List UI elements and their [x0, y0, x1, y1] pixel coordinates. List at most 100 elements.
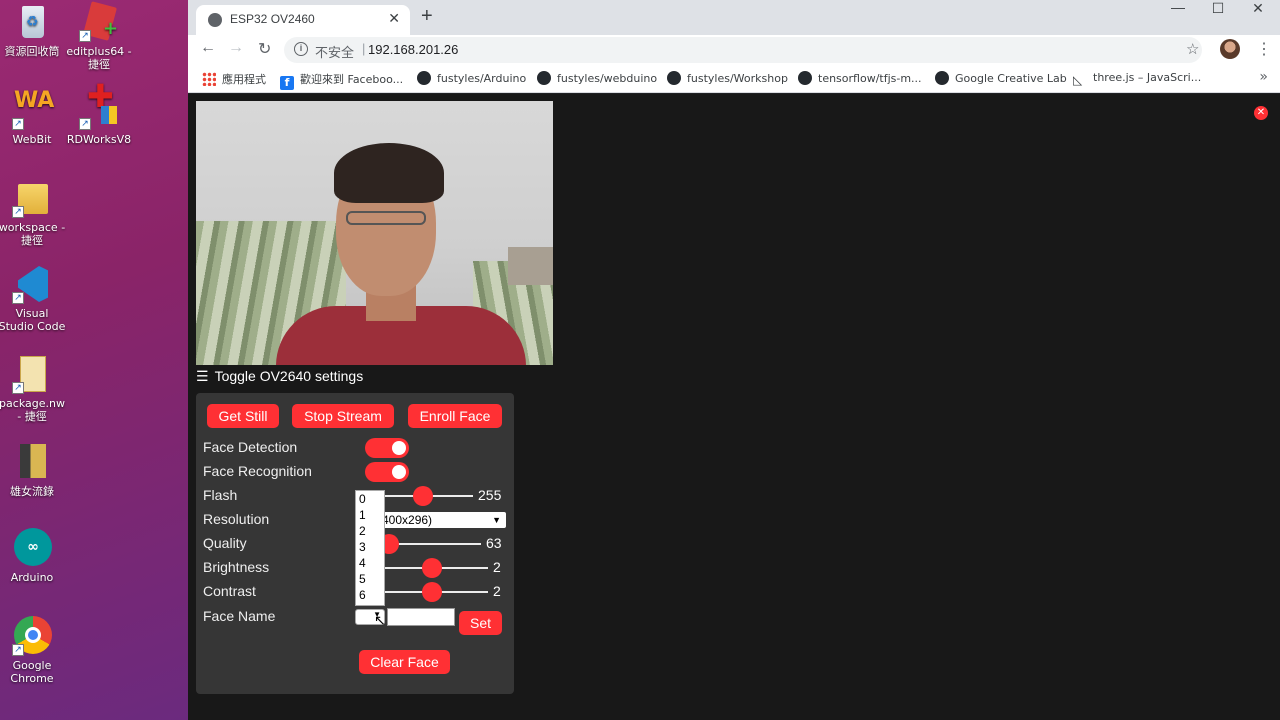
github-icon: [667, 71, 681, 85]
flash-slider-thumb[interactable]: [413, 486, 433, 506]
get-still-button[interactable]: Get Still: [207, 404, 279, 428]
desktop-icon-arduino[interactable]: ∞ Arduino: [0, 528, 67, 584]
desktop-icon-label: editplus64 - 捷徑: [66, 45, 132, 71]
rdworks-icon: ✚ ↗: [79, 80, 119, 130]
globe-icon: [208, 13, 222, 27]
tab-close-icon[interactable]: ✕: [388, 10, 400, 27]
contrast-max: 2: [493, 583, 501, 599]
bookmark-label: Google Creative Lab: [955, 72, 1067, 85]
facebook-icon: f: [280, 76, 294, 90]
desktop-icon-label: RDWorksV8: [66, 133, 132, 146]
close-stream-icon[interactable]: ✕: [1254, 106, 1268, 120]
desktop-icon-rdworks[interactable]: ✚ ↗ RDWorksV8: [64, 80, 134, 146]
chrome-icon: ↗: [12, 616, 52, 656]
face-name-dropdown: 0 1 2 3 4 5 6: [355, 490, 385, 606]
dropdown-option[interactable]: 3: [356, 539, 384, 555]
bookmark-label: fustyles/Arduino: [437, 72, 527, 85]
tab-esp32[interactable]: ESP32 OV2460 ✕: [196, 5, 410, 35]
toggle-settings-label: Toggle OV2640 settings: [214, 368, 364, 384]
desktop-icon-label: WebBit: [12, 133, 52, 146]
file-icon: ↗: [12, 354, 52, 394]
maximize-icon[interactable]: ☐: [1198, 0, 1238, 18]
bookmark-fustyles-workshop[interactable]: fustyles/Workshop: [667, 71, 788, 85]
set-button[interactable]: Set: [459, 611, 502, 635]
flash-label: Flash: [203, 487, 238, 503]
bookmarks-bar: 應用程式 f 歡迎來到 Faceboo... fustyles/Arduino f…: [188, 64, 1280, 93]
face-name-input[interactable]: [387, 608, 455, 626]
desktop: ♻ 資源回收筒 + ↗ editplus64 - 捷徑 WA ↗ WebBit …: [0, 0, 188, 720]
arduino-icon: ∞: [12, 528, 52, 568]
bookmark-label: tensorflow/tfjs-m...: [818, 72, 922, 85]
profile-avatar[interactable]: [1220, 39, 1240, 59]
apps-icon: [202, 72, 216, 86]
dropdown-option[interactable]: 2: [356, 523, 384, 539]
clear-face-button[interactable]: Clear Face: [359, 650, 450, 674]
bookmark-label: 應用程式: [222, 73, 266, 86]
desktop-icon-recycle-bin[interactable]: ♻ 資源回收筒: [0, 2, 67, 58]
flash-max: 255: [478, 487, 502, 503]
face-detection-label: Face Detection: [203, 439, 298, 455]
insecure-label: 不安全: [315, 45, 355, 60]
forward-icon[interactable]: →: [228, 39, 244, 57]
reload-icon[interactable]: ↻: [258, 39, 271, 59]
chevron-down-icon: ▼: [492, 515, 501, 525]
brightness-max: 2: [493, 559, 501, 575]
contrast-slider-thumb[interactable]: [422, 582, 442, 602]
bookmark-tensorflow[interactable]: tensorflow/tfjs-m...: [798, 71, 922, 85]
dropdown-option[interactable]: 1: [356, 507, 384, 523]
bookmark-fustyles-arduino[interactable]: fustyles/Arduino: [417, 71, 526, 85]
dropdown-option[interactable]: 4: [356, 555, 384, 571]
github-icon: [537, 71, 551, 85]
mouse-cursor-icon: ↖: [374, 612, 386, 628]
address-bar[interactable]: i 不安全 | 192.168.201.26: [284, 37, 1202, 63]
desktop-icon-chrome[interactable]: ↗ Google Chrome: [0, 616, 67, 685]
desktop-icon-webbit[interactable]: WA ↗ WebBit: [0, 90, 67, 146]
folder-icon: [12, 442, 52, 482]
bookmark-fustyles-webduino[interactable]: fustyles/webduino: [537, 71, 657, 85]
desktop-icon-editplus[interactable]: + ↗ editplus64 - 捷徑: [64, 1, 134, 71]
bookmark-google-creative-lab[interactable]: Google Creative Lab: [935, 71, 1067, 85]
brightness-slider-thumb[interactable]: [422, 558, 442, 578]
bookmark-star-icon[interactable]: ☆: [1186, 40, 1199, 58]
dropdown-option[interactable]: 5: [356, 571, 384, 587]
minimize-icon[interactable]: —: [1158, 0, 1198, 17]
quality-label: Quality: [203, 535, 247, 551]
browser-toolbar: ← → ↻ i 不安全 | 192.168.201.26 ☆ ⋮: [188, 35, 1280, 64]
desktop-icon-package[interactable]: ↗ package.nw - 捷徑: [0, 354, 67, 423]
browser-window: ESP32 OV2460 ✕ + — ☐ ✕ ← → ↻ i 不安全 | 192…: [188, 0, 1280, 720]
bookmark-threejs[interactable]: ◺ three.js – JavaScri...: [1073, 71, 1201, 87]
contrast-label: Contrast: [203, 583, 256, 599]
desktop-icon-label: workspace - 捷徑: [0, 221, 66, 247]
bookmark-apps[interactable]: 應用程式: [202, 71, 266, 87]
info-icon[interactable]: i: [294, 42, 308, 56]
bookmark-label: three.js – JavaScri...: [1093, 71, 1202, 84]
stop-stream-button[interactable]: Stop Stream: [292, 404, 394, 428]
desktop-icon-label: package.nw - 捷徑: [0, 397, 65, 423]
address-separator: |: [362, 41, 366, 56]
desktop-icon-workspace[interactable]: ↗ workspace - 捷徑: [0, 178, 67, 247]
desktop-icon-folder2[interactable]: 雄女流錄: [0, 442, 67, 498]
desktop-icon-vscode[interactable]: ↗ Visual Studio Code: [0, 264, 67, 333]
face-detection-toggle[interactable]: [365, 438, 409, 458]
back-icon[interactable]: ←: [200, 39, 216, 57]
url-text: 192.168.201.26: [368, 42, 459, 57]
camera-stream: [196, 101, 553, 365]
new-tab-icon[interactable]: +: [421, 5, 433, 28]
desktop-icon-label: Google Chrome: [10, 659, 54, 685]
bookmark-label: 歡迎來到 Faceboo...: [300, 73, 404, 86]
resolution-value: 400x296): [382, 513, 433, 527]
tab-title: ESP32 OV2460: [230, 12, 315, 26]
dropdown-option[interactable]: 0: [356, 491, 384, 507]
vscode-icon: ↗: [12, 264, 52, 304]
close-window-icon[interactable]: ✕: [1238, 0, 1278, 18]
dropdown-option[interactable]: 6: [356, 587, 384, 603]
quality-max: 63: [486, 535, 502, 551]
resolution-select[interactable]: 400x296) ▼: [378, 512, 506, 528]
menu-kebab-icon[interactable]: ⋮: [1256, 39, 1272, 59]
toggle-settings[interactable]: ☰ Toggle OV2640 settings: [196, 368, 363, 385]
face-recognition-toggle[interactable]: [365, 462, 409, 482]
enroll-face-button[interactable]: Enroll Face: [408, 404, 502, 428]
bookmark-facebook[interactable]: f 歡迎來到 Faceboo...: [280, 71, 403, 90]
bookmarks-more-icon[interactable]: »: [1259, 69, 1268, 85]
recycle-bin-icon: ♻: [12, 2, 52, 42]
